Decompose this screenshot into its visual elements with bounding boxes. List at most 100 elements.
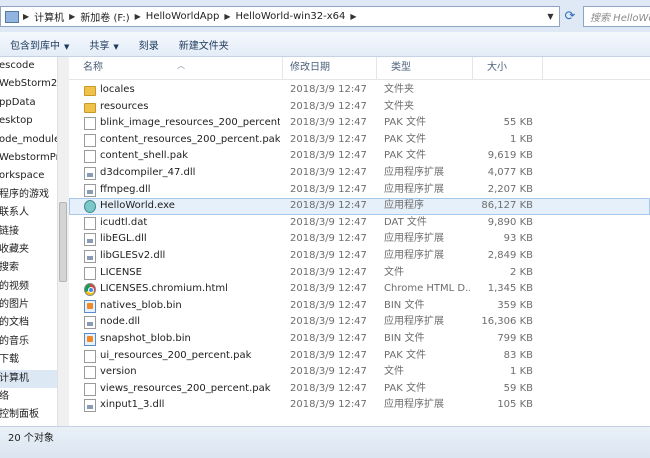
file-row[interactable]: resources 2018/3/9 12:47 文件夹 [69, 99, 650, 116]
nav-item[interactable]: 的音乐 [0, 333, 65, 351]
file-date: 2018/3/9 12:47 [290, 266, 367, 278]
include-in-library-button[interactable]: 包含到库中 ▼ [0, 37, 79, 52]
refresh-button[interactable]: ⟳ [561, 6, 579, 27]
file-row[interactable]: libEGL.dll 2018/3/9 12:47 应用程序扩展 93 KB [69, 231, 650, 248]
breadcrumb-drive[interactable]: 新加卷 (F:) [77, 9, 132, 24]
file-row[interactable]: LICENSE 2018/3/9 12:47 文件 2 KB [69, 265, 650, 282]
nav-item[interactable]: esktop [0, 112, 65, 130]
file-size: 799 KB [497, 332, 533, 344]
column-header-date[interactable]: 修改日期 [283, 57, 377, 79]
file-row[interactable]: node.dll 2018/3/9 12:47 应用程序扩展 16,306 KB [69, 314, 650, 331]
dll-icon [84, 183, 96, 197]
dll-icon [84, 316, 96, 330]
file-row[interactable]: blink_image_resources_200_percent.p... 20… [69, 115, 650, 132]
nav-item[interactable]: orkspace [0, 167, 65, 185]
share-button[interactable]: 共享 ▼ [79, 37, 128, 52]
file-date: 2018/3/9 12:47 [290, 183, 367, 195]
file-date: 2018/3/9 12:47 [290, 382, 367, 394]
file-icon [84, 150, 96, 164]
file-size: 2,207 KB [487, 183, 533, 195]
file-name: xinput1_3.dll [100, 399, 165, 411]
file-row[interactable]: libGLESv2.dll 2018/3/9 12:47 应用程序扩展 2,849 K… [69, 248, 650, 265]
nav-item[interactable]: 收藏夹 [0, 241, 65, 259]
file-size: 1 KB [510, 366, 533, 378]
file-row[interactable]: d3dcompiler_47.dll 2018/3/9 12:47 应用程序扩展 4,… [69, 165, 650, 182]
nav-item[interactable]: 程序的游戏 [0, 186, 65, 204]
nav-item[interactable]: ppData [0, 94, 65, 112]
file-row[interactable]: HelloWorld.exe 2018/3/9 12:47 应用程序 86,127 K… [69, 198, 650, 215]
sort-caret-icon: ︿ [177, 61, 185, 70]
address-bar-row: ▶ 计算机 ▶ 新加卷 (F:) ▶ HelloWorldApp ▶ Hello… [0, 0, 650, 32]
chevron-down-icon: ▼ [113, 42, 119, 51]
file-icon [84, 349, 96, 363]
file-date: 2018/3/9 12:47 [290, 316, 367, 328]
file-type: 应用程序扩展 [384, 249, 444, 261]
file-date: 2018/3/9 12:47 [290, 117, 367, 129]
chevron-right-icon[interactable]: ▶ [21, 12, 31, 21]
column-header-type[interactable]: 类型 [377, 57, 473, 79]
nav-item[interactable]: WebstormPrc [0, 149, 65, 167]
file-row[interactable]: locales 2018/3/9 12:47 文件夹 [69, 82, 650, 99]
nav-item[interactable]: escode [0, 57, 65, 75]
nav-item[interactable]: 计算机 [0, 369, 65, 389]
chevron-right-icon[interactable]: ▶ [133, 12, 143, 21]
nav-item[interactable]: 搜索 [0, 259, 65, 277]
file-row[interactable]: snapshot_blob.bin 2018/3/9 12:47 BIN 文件 799… [69, 331, 650, 348]
file-row[interactable]: ui_resources_200_percent.pak 2018/3/9 12:… [69, 348, 650, 365]
chevron-right-icon[interactable]: ▶ [222, 12, 232, 21]
search-input[interactable]: 搜索 HelloWo [583, 6, 650, 27]
file-date: 2018/3/9 12:47 [290, 249, 367, 261]
nav-item[interactable]: 链接 [0, 223, 65, 241]
status-bar: 20 个对象 [0, 426, 650, 458]
file-size: 55 KB [503, 117, 533, 129]
file-row[interactable]: ffmpeg.dll 2018/3/9 12:47 应用程序扩展 2,207 KB [69, 182, 650, 199]
column-header-size[interactable]: 大小 [473, 57, 543, 79]
nav-item[interactable]: ode_module [0, 131, 65, 149]
nav-item[interactable]: 络 [0, 388, 65, 406]
nav-item[interactable]: 的视频 [0, 278, 65, 296]
file-size: 83 KB [503, 349, 533, 361]
file-icon [84, 216, 96, 230]
file-row[interactable]: content_shell.pak 2018/3/9 12:47 PAK 文件 9,6… [69, 148, 650, 165]
breadcrumb-current-folder[interactable]: HelloWorld-win32-x64 [233, 11, 349, 22]
address-history-dropdown[interactable]: ▼ [542, 6, 559, 27]
file-row[interactable]: views_resources_200_percent.pak 2018/3/9 … [69, 381, 650, 398]
file-row[interactable]: version 2018/3/9 12:47 文件 1 KB [69, 364, 650, 381]
file-icon [84, 117, 96, 131]
file-row[interactable]: icudtl.dat 2018/3/9 12:47 DAT 文件 9,890 KB [69, 215, 650, 232]
file-date: 2018/3/9 12:47 [290, 216, 367, 228]
breadcrumb-computer[interactable]: 计算机 [31, 9, 67, 24]
burn-button[interactable]: 刻录 [129, 37, 169, 52]
scrollbar-thumb[interactable] [59, 202, 67, 282]
file-row[interactable]: content_resources_200_percent.pak 2018/3/… [69, 132, 650, 149]
file-row[interactable]: xinput1_3.dll 2018/3/9 12:47 应用程序扩展 105 KB [69, 397, 650, 414]
file-name: blink_image_resources_200_percent.p... [100, 117, 280, 129]
chevron-right-icon[interactable]: ▶ [67, 12, 77, 21]
file-type: 文件夹 [384, 100, 414, 112]
file-type: 应用程序扩展 [384, 166, 444, 178]
file-row[interactable]: LICENSES.chromium.html 2018/3/9 12:47 Chro… [69, 281, 650, 298]
file-type: BIN 文件 [384, 332, 425, 344]
file-row[interactable]: natives_blob.bin 2018/3/9 12:47 BIN 文件 359 … [69, 298, 650, 315]
folder-icon [84, 86, 96, 96]
nav-item[interactable]: 的图片 [0, 296, 65, 314]
include-in-library-label: 包含到库中 [10, 40, 60, 52]
chevron-right-icon[interactable]: ▶ [348, 12, 358, 21]
file-type: 应用程序 [384, 200, 424, 212]
column-header-name[interactable]: ︿ 名称 [69, 57, 283, 79]
breadcrumb-helloworldapp[interactable]: HelloWorldApp [143, 11, 223, 22]
share-label: 共享 [89, 40, 110, 52]
search-placeholder: 搜索 HelloWo [590, 13, 650, 24]
address-bar[interactable]: ▶ 计算机 ▶ 新加卷 (F:) ▶ HelloWorldApp ▶ Hello… [0, 6, 560, 27]
nav-item[interactable]: 下载 [0, 351, 65, 369]
dll-icon [84, 399, 96, 413]
navigation-scrollbar[interactable] [57, 57, 69, 426]
file-type: PAK 文件 [384, 150, 426, 162]
file-type: 应用程序扩展 [384, 316, 444, 328]
nav-item[interactable]: WebStorm20 [0, 75, 65, 93]
file-date: 2018/3/9 12:47 [290, 366, 367, 378]
new-folder-button[interactable]: 新建文件夹 [169, 37, 239, 52]
nav-item[interactable]: 的文档 [0, 314, 65, 332]
nav-item[interactable]: 联系人 [0, 204, 65, 222]
nav-item[interactable]: 控制面板 [0, 406, 65, 424]
